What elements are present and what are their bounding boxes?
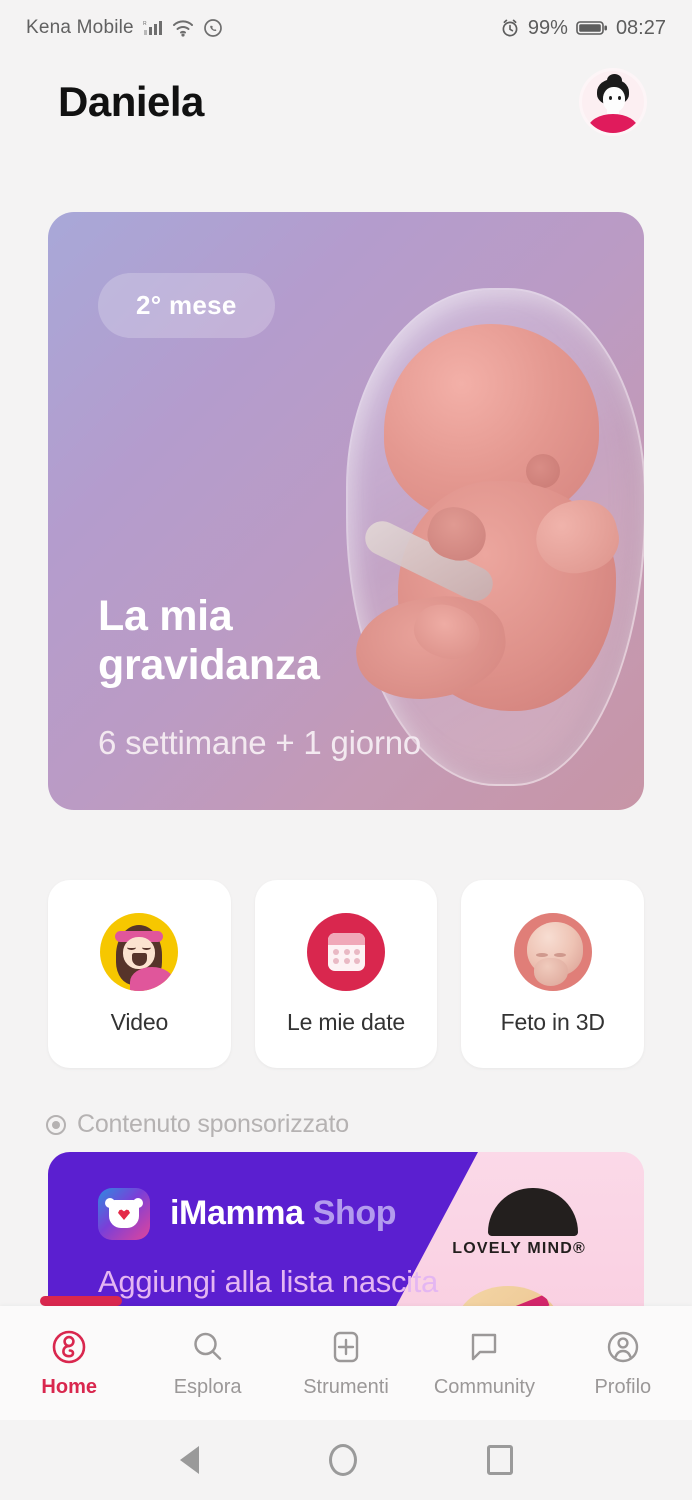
- carrier-label: Kena Mobile: [26, 17, 134, 38]
- signal-bars-icon: R: [143, 18, 163, 38]
- clock-label: 08:27: [615, 16, 666, 39]
- calendar-icon: [307, 912, 385, 991]
- battery-icon: [576, 19, 608, 37]
- fetus-ear-shape: [526, 454, 560, 488]
- quick-action-label: Le mie date: [287, 1008, 405, 1035]
- month-badge: 2° mese: [98, 273, 275, 338]
- chat-bubble-icon: [464, 1327, 504, 1367]
- android-navigation-bar: [0, 1420, 692, 1500]
- fetus-illustration: [336, 276, 644, 796]
- bottom-navigation: Home Esplora Strumenti Community Profilo: [0, 1306, 692, 1420]
- quick-action-label: Video: [110, 1008, 169, 1035]
- battery-percent-label: 99%: [527, 16, 568, 39]
- avatar-eye-right: [618, 96, 621, 100]
- active-tab-indicator: [40, 1296, 122, 1306]
- wifi-icon: [172, 18, 194, 38]
- home-circle-icon[interactable]: [328, 1444, 357, 1476]
- banner-cta: Aggiungi alla lista nascita: [98, 1264, 438, 1299]
- banner-brand-suffix: Shop: [312, 1194, 397, 1232]
- status-bar-right: 99% 08:27: [500, 17, 666, 40]
- pregnancy-hero-card[interactable]: 2° mese La mia gravidanza 6 settimane + …: [48, 212, 644, 810]
- nav-item-profilo[interactable]: Profilo: [554, 1327, 692, 1399]
- fetus-3d-icon: [513, 912, 592, 991]
- svg-text:R: R: [143, 21, 147, 27]
- sponsored-label-row: Contenuto sponsorizzato: [46, 1110, 349, 1139]
- whatsapp-icon: [203, 18, 223, 38]
- nav-label: Strumenti: [303, 1376, 389, 1398]
- nav-item-esplora[interactable]: Esplora: [138, 1327, 276, 1399]
- profile-circle-icon: [603, 1327, 643, 1367]
- nav-label: Home: [41, 1376, 97, 1398]
- hero-subtitle: 6 settimane + 1 giorno: [98, 724, 422, 761]
- nav-item-home[interactable]: Home: [0, 1327, 138, 1399]
- quick-action-le-mie-date[interactable]: Le mie date: [254, 880, 438, 1068]
- partner-logo-label: LOVELY MIND®: [452, 1240, 586, 1257]
- banner-brand: iMamma Shop: [170, 1194, 396, 1233]
- alarm-clock-icon: [500, 18, 520, 38]
- nav-item-community[interactable]: Community: [415, 1327, 553, 1399]
- status-bar: Kena Mobile R 99% 08:27: [0, 0, 692, 56]
- home-pregnancy-icon: [49, 1327, 89, 1367]
- video-girl-icon: [100, 912, 179, 991]
- search-icon: [188, 1327, 228, 1367]
- nav-item-strumenti[interactable]: Strumenti: [277, 1327, 415, 1399]
- sponsored-banner[interactable]: LOVELY MIND® iMamma Shop Aggiungi alla l…: [48, 1152, 644, 1330]
- quick-action-feto-in-3d[interactable]: Feto in 3D: [461, 880, 645, 1068]
- target-icon: [46, 1114, 66, 1135]
- plus-square-icon: [326, 1327, 366, 1367]
- nav-label: Community: [433, 1376, 535, 1398]
- recents-square-icon[interactable]: [486, 1445, 513, 1475]
- quick-action-video[interactable]: Video: [48, 880, 231, 1068]
- nav-label: Profilo: [594, 1376, 652, 1398]
- hero-title: La mia gravidanza: [98, 592, 320, 690]
- nav-label: Esplora: [173, 1376, 242, 1398]
- sponsored-label: Contenuto sponsorizzato: [77, 1110, 349, 1138]
- avatar[interactable]: [582, 71, 644, 133]
- app-header: Daniela: [0, 56, 692, 148]
- quick-actions-row: Video Le mie date Feto in 3D: [48, 880, 645, 1068]
- imamma-onesie-icon: [98, 1188, 150, 1240]
- avatar-eye-left: [609, 96, 612, 100]
- status-bar-left: Kena Mobile R: [26, 17, 223, 39]
- quick-action-label: Feto in 3D: [500, 1008, 605, 1035]
- back-triangle-icon[interactable]: [179, 1446, 199, 1474]
- page-title: Daniela: [58, 78, 204, 125]
- banner-brand-name: iMamma: [170, 1194, 304, 1232]
- avatar-body: [588, 114, 638, 133]
